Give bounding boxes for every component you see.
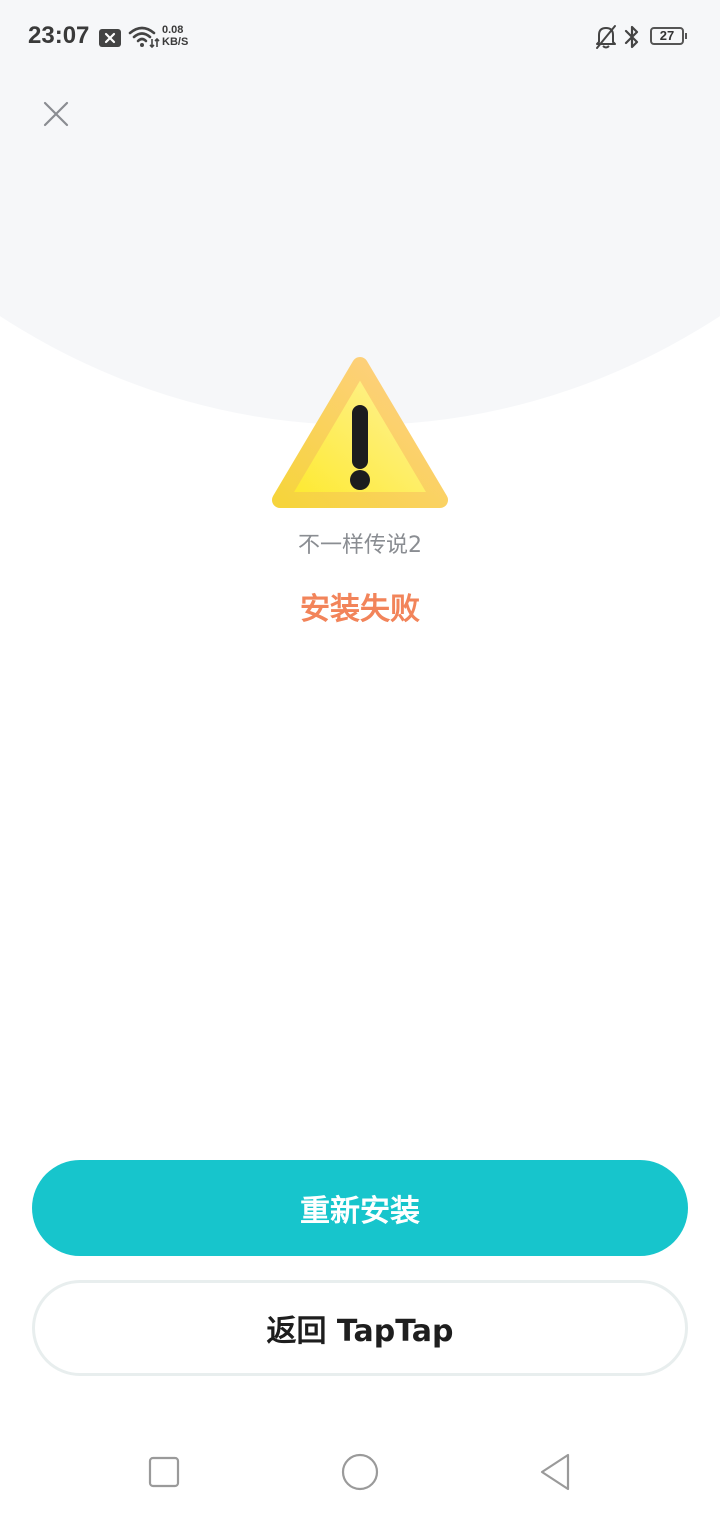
close-button[interactable] <box>34 92 78 136</box>
status-time: 23:07 <box>28 22 90 49</box>
navigation-bar <box>0 1430 720 1520</box>
reinstall-button[interactable]: 重新安装 <box>32 1160 688 1256</box>
return-taptap-button[interactable]: 返回 TapTap <box>32 1280 688 1376</box>
network-speed: 0.08 KB/S <box>162 24 188 48</box>
mute-bell-icon <box>594 24 618 54</box>
status-bar: 23:07 0.08 KB/S 27 <box>0 0 720 76</box>
notification-x-icon <box>98 28 122 52</box>
battery-icon: 27 <box>650 27 687 45</box>
install-status: 安装失败 <box>300 592 420 627</box>
recents-button[interactable] <box>134 1442 194 1502</box>
wifi-icon <box>128 25 160 53</box>
back-triangle-icon <box>540 1453 570 1491</box>
bluetooth-icon <box>622 24 642 54</box>
app-name: 不一样传说2 <box>298 533 422 558</box>
close-icon <box>43 101 69 127</box>
network-speed-value: 0.08 <box>162 24 184 36</box>
home-button[interactable] <box>330 1442 390 1502</box>
warning-triangle-icon <box>270 355 450 512</box>
home-circle-icon <box>341 1453 379 1491</box>
install-failed-screen: 23:07 0.08 KB/S 27 不一样传说2 安装失败 重新安装 返回 T… <box>0 0 720 1520</box>
back-button[interactable] <box>526 1442 586 1502</box>
network-speed-unit: KB/S <box>162 36 189 48</box>
recents-square-icon <box>148 1456 180 1488</box>
